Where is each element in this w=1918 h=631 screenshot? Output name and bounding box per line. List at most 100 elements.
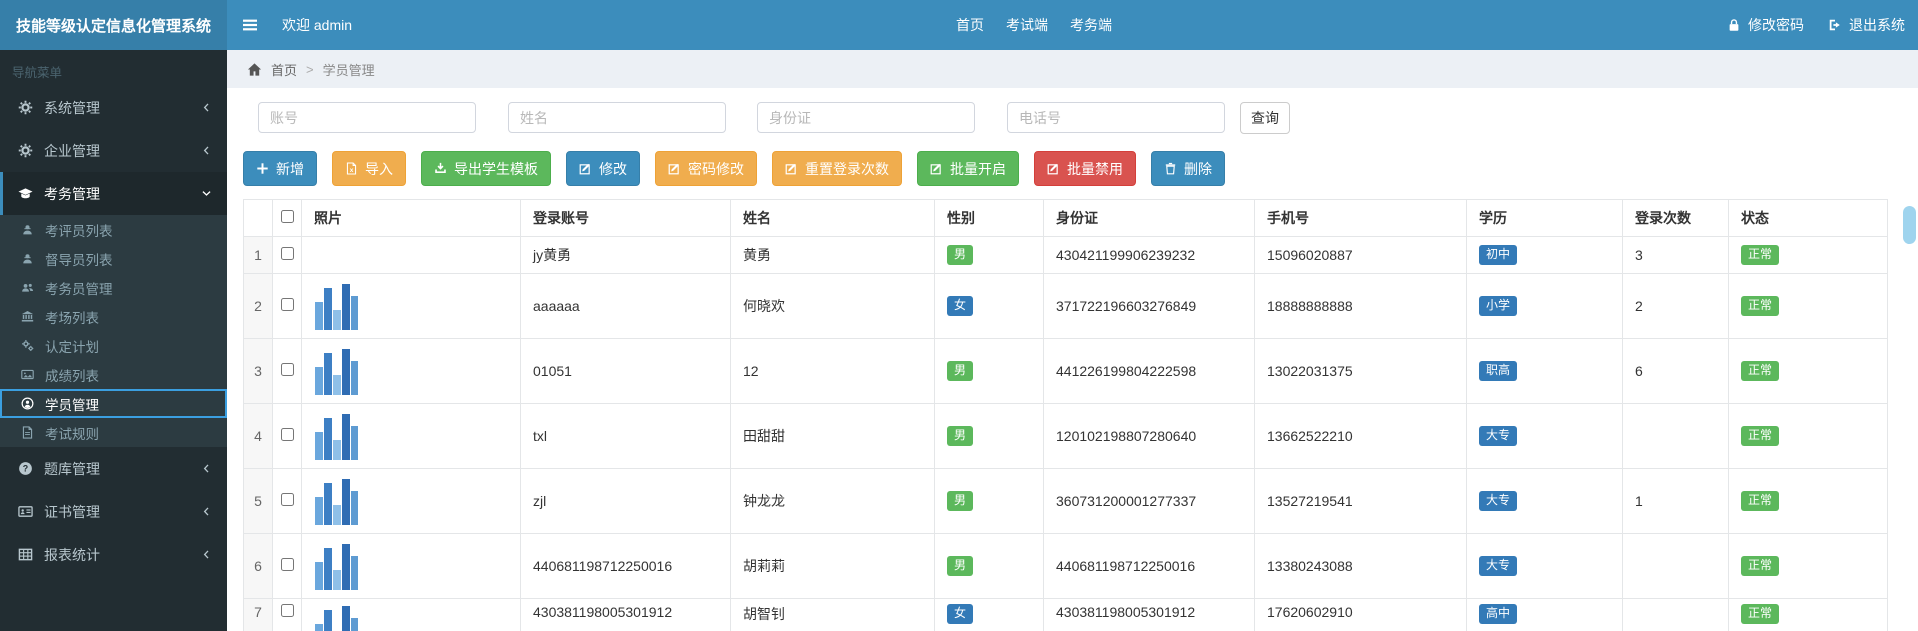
navbar-links: 首页 考试端 考务端 bbox=[956, 0, 1112, 50]
idcard-cell: 430421199906239232 bbox=[1043, 236, 1255, 274]
question-circle-icon: ? bbox=[18, 461, 33, 476]
breadcrumb-current: 学员管理 bbox=[322, 62, 375, 78]
filter-input-账号[interactable] bbox=[258, 102, 476, 133]
account-cell: txl bbox=[520, 403, 731, 469]
toolbar-button-label: 导出学生模板 bbox=[454, 160, 538, 177]
status-cell: 正常 bbox=[1728, 236, 1888, 274]
header-select-all bbox=[272, 199, 302, 237]
navbar-action-label: 退出系统 bbox=[1849, 17, 1905, 33]
login-count-cell bbox=[1622, 533, 1729, 599]
app-logo[interactable]: 技能等级认定信息化管理系统 bbox=[0, 0, 227, 50]
toolbar-button-导入[interactable]: x 导入 bbox=[332, 151, 406, 186]
table-row: 7 430381198005301912 胡智钊女 43038119800530191… bbox=[243, 598, 1888, 631]
row-checkbox[interactable] bbox=[280, 604, 294, 617]
sidebar-subitem-label: 认定计划 bbox=[45, 339, 99, 355]
row-checkbox[interactable] bbox=[280, 298, 294, 311]
toolbar-button-导出学生模板[interactable]: 导出学生模板 bbox=[421, 151, 551, 186]
sidebar-item-证书管理[interactable]: 证书管理 bbox=[0, 490, 227, 533]
row-checkbox[interactable] bbox=[280, 363, 294, 376]
search-button[interactable]: 查询 bbox=[1240, 102, 1290, 134]
toolbar-button-批量禁用[interactable]: 批量禁用 bbox=[1034, 151, 1136, 186]
student-photo bbox=[314, 347, 508, 395]
gender-badge: 男 bbox=[947, 245, 974, 265]
toolbar-button-删除[interactable]: 删除 bbox=[1151, 151, 1225, 186]
sidebar-item-企业管理[interactable]: 企业管理 bbox=[0, 129, 227, 172]
filter-input-姓名[interactable] bbox=[508, 102, 726, 133]
sidebar-subitem-考试规则[interactable]: 考试规则 bbox=[0, 418, 227, 447]
status-badge: 正常 bbox=[1741, 426, 1780, 446]
sidebar-subitem-考评员列表[interactable]: 考评员列表 bbox=[0, 215, 227, 244]
navbar-link-考务端[interactable]: 考务端 bbox=[1070, 15, 1112, 35]
sidebar-item-报表统计[interactable]: 报表统计 bbox=[0, 533, 227, 576]
gender-cell: 女 bbox=[934, 598, 1044, 631]
cogs-icon bbox=[21, 339, 34, 352]
education-badge: 大专 bbox=[1479, 556, 1518, 576]
toolbar-button-新增[interactable]: 新增 bbox=[243, 151, 317, 186]
graduation-cap-icon bbox=[18, 186, 33, 201]
navbar-action-sign-out[interactable]: 退出系统 bbox=[1828, 15, 1905, 35]
sidebar-subitem-督导员列表[interactable]: 督导员列表 bbox=[0, 244, 227, 273]
header-姓名: 姓名 bbox=[730, 199, 935, 237]
toolbar-button-修改[interactable]: 修改 bbox=[566, 151, 640, 186]
sidebar: 导航菜单 系统管理 企业管理 考务管理 考评员列表 督导员列表 考务员管理 考场列表 认定计划… bbox=[0, 50, 227, 631]
row-select-cell bbox=[272, 236, 302, 274]
scrollbar-thumb[interactable] bbox=[1903, 206, 1916, 244]
status-cell: 正常 bbox=[1728, 338, 1888, 404]
account-cell: 01051 bbox=[520, 338, 731, 404]
photo-cell bbox=[301, 533, 521, 599]
sidebar-toggle-button[interactable] bbox=[227, 0, 273, 50]
photo-cell bbox=[301, 403, 521, 469]
sidebar-subitem-label: 考评员列表 bbox=[45, 223, 113, 239]
education-badge: 职高 bbox=[1479, 361, 1518, 381]
table-row: 6 440681198712250016 胡莉莉男 44068119871225001… bbox=[243, 533, 1888, 599]
row-checkbox[interactable] bbox=[280, 558, 294, 571]
header-登录账号: 登录账号 bbox=[520, 199, 731, 237]
chevron-left-icon bbox=[201, 463, 212, 474]
chevron-left-icon bbox=[201, 549, 212, 560]
education-badge: 高中 bbox=[1479, 604, 1518, 624]
toolbar-button-批量开启[interactable]: 批量开启 bbox=[917, 151, 1019, 186]
navbar-link-考试端[interactable]: 考试端 bbox=[1006, 15, 1048, 35]
sidebar-item-label: 系统管理 bbox=[44, 99, 100, 116]
name-cell: 田甜甜 bbox=[730, 403, 935, 469]
student-photo bbox=[314, 604, 508, 631]
toolbar-button-重置登录次数[interactable]: 重置登录次数 bbox=[772, 151, 902, 186]
sidebar-subitem-考场列表[interactable]: 考场列表 bbox=[0, 302, 227, 331]
select-all-checkbox[interactable] bbox=[280, 210, 294, 223]
row-index: 7 bbox=[243, 598, 273, 631]
filter-input-电话号[interactable] bbox=[1007, 102, 1225, 133]
row-checkbox[interactable] bbox=[280, 493, 294, 506]
toolbar-button-密码修改[interactable]: 密码修改 bbox=[655, 151, 757, 186]
sidebar-item-系统管理[interactable]: 系统管理 bbox=[0, 86, 227, 129]
sidebar-item-题库管理[interactable]: ? 题库管理 bbox=[0, 447, 227, 490]
table-row: 5 zjl 钟龙龙男 360731200001277337 13527219541 大专 1… bbox=[243, 468, 1888, 534]
navbar-link-首页[interactable]: 首页 bbox=[956, 15, 984, 35]
gender-badge: 女 bbox=[947, 296, 974, 316]
chevron-left-icon bbox=[201, 506, 212, 517]
sidebar-subitem-学员管理[interactable]: 学员管理 bbox=[0, 389, 227, 418]
phone-cell: 13022031375 bbox=[1254, 338, 1467, 404]
breadcrumb-home[interactable]: 首页 bbox=[271, 60, 297, 79]
education-badge: 小学 bbox=[1479, 296, 1518, 316]
trash-icon bbox=[1164, 162, 1177, 175]
sidebar-subitem-考务员管理[interactable]: 考务员管理 bbox=[0, 273, 227, 302]
gender-cell: 男 bbox=[934, 236, 1044, 274]
sidebar-item-label: 报表统计 bbox=[44, 546, 100, 563]
navbar-action-lock[interactable]: 修改密码 bbox=[1727, 15, 1804, 35]
sidebar-item-label: 企业管理 bbox=[44, 142, 100, 159]
sidebar-subitem-成绩列表[interactable]: 成绩列表 bbox=[0, 360, 227, 389]
sidebar-subitem-认定计划[interactable]: 认定计划 bbox=[0, 331, 227, 360]
phone-cell: 13662522210 bbox=[1254, 403, 1467, 469]
sidebar-item-考务管理[interactable]: 考务管理 bbox=[0, 172, 227, 215]
filter-input-身份证[interactable] bbox=[757, 102, 975, 133]
row-select-cell bbox=[272, 338, 302, 404]
toolbar: 新增 x 导入 导出学生模板 修改 密码修改 重置登录次数 批量开启 批量禁用 删除 bbox=[243, 151, 1225, 186]
name-cell: 何晓欢 bbox=[730, 273, 935, 339]
row-checkbox[interactable] bbox=[280, 247, 294, 260]
gender-cell: 男 bbox=[934, 403, 1044, 469]
status-cell: 正常 bbox=[1728, 533, 1888, 599]
status-badge: 正常 bbox=[1741, 491, 1780, 511]
edit-icon bbox=[668, 162, 681, 175]
row-checkbox[interactable] bbox=[280, 428, 294, 441]
app-title: 技能等级认定信息化管理系统 bbox=[15, 17, 211, 35]
